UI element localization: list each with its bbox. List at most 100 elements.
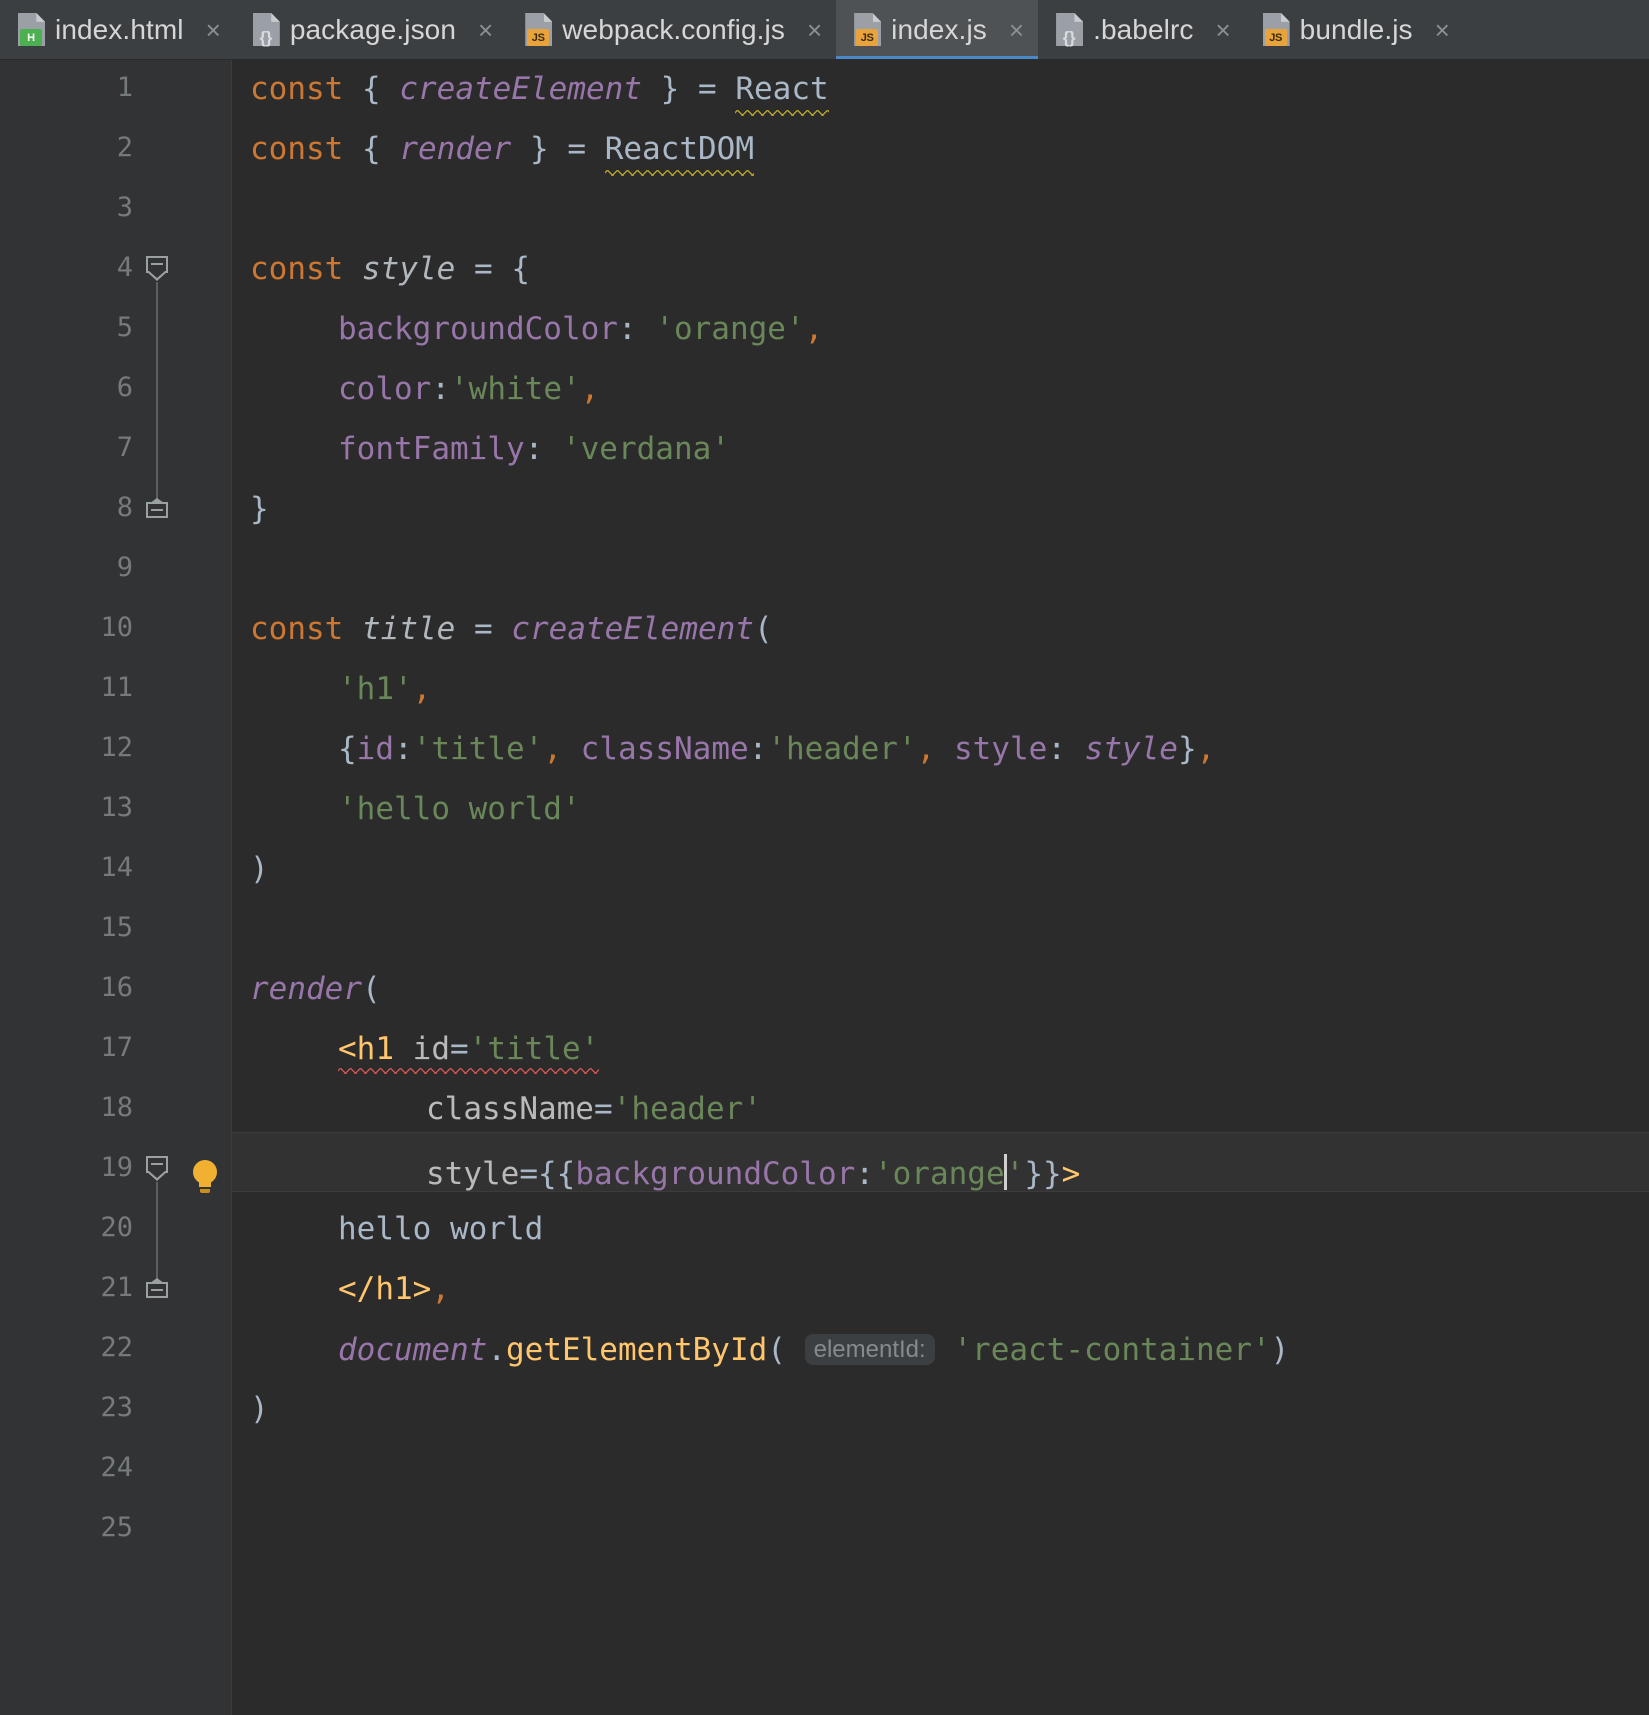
editor-tab-bundle-js[interactable]: JS bundle.js ×: [1245, 0, 1464, 59]
token-fontFamily-key: fontFamily: [338, 431, 525, 467]
fold-end-marker-line-8[interactable]: [146, 498, 168, 518]
json-file-icon: {}: [1056, 13, 1084, 47]
line-number-9[interactable]: 9: [117, 554, 133, 581]
code-line-5[interactable]: backgroundColor: 'orange',: [338, 314, 823, 345]
line-number-7[interactable]: 7: [117, 434, 133, 461]
line-number-22[interactable]: 22: [100, 1334, 133, 1361]
token-jsx-tag-h1-open: <h1: [338, 1031, 394, 1067]
token-backgroundColor-key: backgroundColor: [338, 311, 618, 347]
close-icon[interactable]: ×: [1203, 17, 1230, 43]
line-number-19[interactable]: 19: [100, 1154, 133, 1181]
code-line-14[interactable]: ): [250, 854, 269, 885]
editor-tab-index-js[interactable]: JS index.js ×: [836, 0, 1039, 59]
token-brace-open: {: [556, 1156, 576, 1192]
fold-collapse-marker-line-19[interactable]: [146, 1156, 170, 1181]
code-line-8[interactable]: }: [250, 494, 269, 525]
token-createElement: createElement: [399, 71, 642, 107]
line-number-11[interactable]: 11: [100, 674, 133, 701]
code-line-17[interactable]: <h1 id='title': [338, 1034, 599, 1065]
token-string-header: 'header': [612, 1091, 762, 1127]
token-comma: ,: [543, 731, 562, 767]
code-content-area[interactable]: const { createElement } = React const { …: [232, 60, 1649, 1715]
code-line-23[interactable]: ): [250, 1394, 269, 1425]
token-React: React: [735, 71, 829, 107]
line-number-5[interactable]: 5: [117, 314, 133, 341]
token-paren-open: (: [753, 611, 773, 647]
line-number-14[interactable]: 14: [100, 854, 133, 881]
code-line-10[interactable]: const title = createElement(: [250, 614, 773, 645]
token-comma: ,: [580, 371, 600, 407]
line-number-20[interactable]: 20: [100, 1214, 133, 1241]
close-icon[interactable]: ×: [194, 17, 221, 43]
code-editor[interactable]: 1 2 3 4 5 6 7 8 9 10 11 12 13 14 15 16 17 18 19 20 21 22 23 24 2…: [0, 60, 1649, 1715]
line-number-12[interactable]: 12: [100, 734, 133, 761]
tab-label: webpack.config.js: [562, 13, 785, 45]
fold-end-marker-line-21[interactable]: [146, 1278, 168, 1298]
editor-tab-index-html[interactable]: Hindex.html ×: [0, 0, 235, 59]
code-line-4[interactable]: const style = {: [250, 254, 530, 285]
code-line-12[interactable]: {id:'title', className:'header', style: …: [338, 734, 1215, 765]
code-line-18[interactable]: className='header': [426, 1094, 762, 1125]
code-line-20[interactable]: hello world: [338, 1214, 543, 1245]
token-comma: ,: [1196, 731, 1216, 767]
token-style-key: style: [953, 731, 1048, 767]
line-number-16[interactable]: 16: [100, 974, 133, 1001]
code-line-2[interactable]: const { render } = ReactDOM: [250, 134, 754, 165]
close-icon[interactable]: ×: [795, 17, 822, 43]
line-number-13[interactable]: 13: [100, 794, 133, 821]
line-number-15[interactable]: 15: [100, 914, 133, 941]
line-number-2[interactable]: 2: [117, 134, 133, 161]
code-line-21[interactable]: </h1>,: [338, 1274, 450, 1305]
intention-lightbulb[interactable]: [190, 1160, 220, 1194]
token-jsx-attr-id: id: [412, 1031, 450, 1067]
tab-label: .babelrc: [1093, 13, 1194, 45]
code-line-11[interactable]: 'h1',: [338, 674, 431, 705]
fold-region-line: [156, 1182, 158, 1284]
line-number-4[interactable]: 4: [117, 254, 133, 281]
line-number-3[interactable]: 3: [117, 194, 133, 221]
file-type-badge: {}: [259, 28, 273, 47]
code-line-22[interactable]: document.getElementById( elementId: 'rea…: [338, 1334, 1289, 1366]
line-number-8[interactable]: 8: [117, 494, 133, 521]
fold-collapse-marker-line-4[interactable]: [146, 256, 170, 281]
code-line-6[interactable]: color:'white',: [338, 374, 599, 405]
js-file-icon: JS: [854, 13, 882, 46]
code-line-16[interactable]: render(: [250, 974, 381, 1005]
line-number-17[interactable]: 17: [100, 1034, 133, 1061]
line-number-25[interactable]: 25: [100, 1514, 133, 1541]
close-icon[interactable]: ×: [1423, 17, 1450, 43]
code-line-13[interactable]: 'hello world': [338, 794, 581, 825]
editor-gutter[interactable]: 1 2 3 4 5 6 7 8 9 10 11 12 13 14 15 16 17 18 19 20 21 22 23 24 2…: [0, 60, 232, 1715]
token-brace-close: }: [1042, 1156, 1062, 1192]
token-brace-open: {: [511, 251, 531, 287]
line-number-6[interactable]: 6: [117, 374, 133, 401]
token-colon: :: [431, 371, 450, 407]
token-colon: :: [748, 731, 768, 767]
close-icon[interactable]: ×: [466, 17, 493, 43]
code-line-1[interactable]: const { createElement } = React: [250, 74, 829, 105]
token-paren-close: ): [250, 851, 269, 887]
tab-label: index.html: [55, 13, 184, 45]
line-number-21[interactable]: 21: [100, 1274, 133, 1301]
token-string-hello-world: 'hello world': [338, 791, 581, 827]
line-number-1[interactable]: 1: [117, 74, 133, 101]
file-type-badge: JS: [527, 29, 550, 46]
token-brace-close: }: [1177, 731, 1197, 767]
close-icon[interactable]: ×: [997, 17, 1024, 43]
line-number-23[interactable]: 23: [100, 1394, 133, 1421]
editor-tab-webpack-config-js[interactable]: JS webpack.config.js ×: [507, 0, 836, 59]
editor-tab-package-json[interactable]: {} package.json ×: [235, 0, 507, 59]
inlay-parameter-hint[interactable]: elementId:: [804, 1334, 935, 1366]
code-line-19[interactable]: style={{backgroundColor:'orange'}}>: [426, 1154, 1080, 1190]
editor-tab--babelrc[interactable]: {} .babelrc ×: [1038, 0, 1245, 59]
line-number-24[interactable]: 24: [100, 1454, 133, 1481]
line-number-10[interactable]: 10: [100, 614, 133, 641]
line-number-18[interactable]: 18: [100, 1094, 133, 1121]
code-line-7[interactable]: fontFamily: 'verdana': [338, 434, 730, 465]
